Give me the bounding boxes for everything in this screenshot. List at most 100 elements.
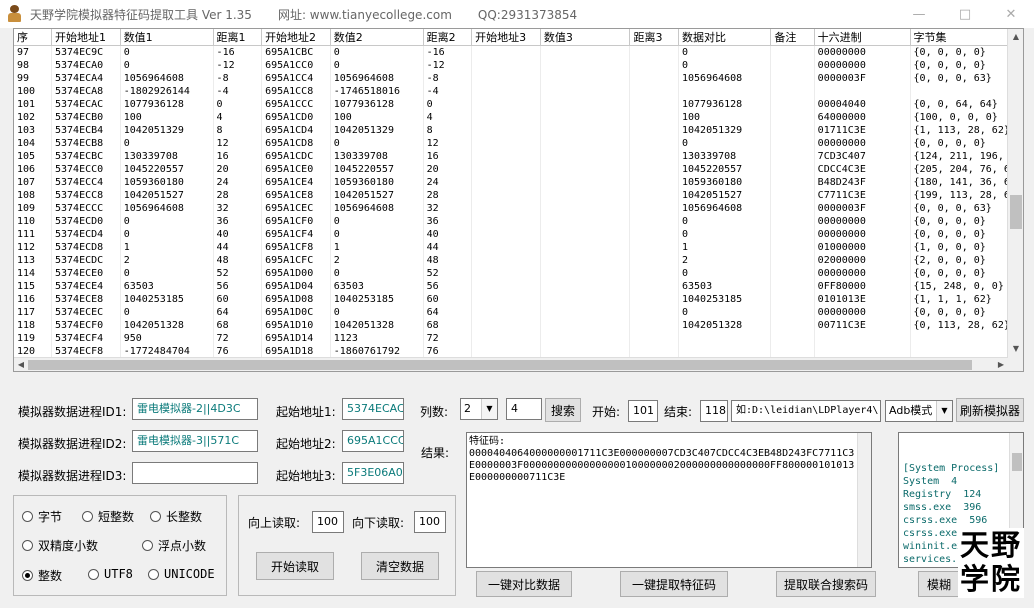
radio-option[interactable]: 浮点小数: [142, 537, 206, 554]
table-row[interactable]: 116 5374ECE8 1040253185 60 695A1D08 104025318…: [14, 293, 1023, 306]
radio-option[interactable]: 字节: [22, 508, 62, 525]
read-up-field[interactable]: 100: [312, 511, 344, 533]
maximize-icon[interactable]: □: [942, 0, 988, 28]
scroll-down-icon[interactable]: ▼: [1008, 341, 1023, 357]
table-row[interactable]: 119 5374ECF4 950 72 695A1D14 1123 72: [14, 332, 1023, 345]
end-field[interactable]: 118: [700, 400, 728, 422]
table-row[interactable]: 107 5374ECC4 1059360180 24 695A1CE4 105936018…: [14, 176, 1023, 189]
column-header[interactable]: 开始地址1: [51, 29, 121, 46]
watermark-logo: 天野 学院: [958, 528, 1024, 598]
pid2-label: 模拟器数据进程ID2:: [18, 437, 127, 451]
read-down-field[interactable]: 100: [414, 511, 446, 533]
table-cell: [770, 98, 815, 111]
start-field[interactable]: 101: [628, 400, 658, 422]
pid3-field[interactable]: [132, 462, 258, 484]
table-row[interactable]: 118 5374ECF0 1042051328 68 695A1D10 104205132…: [14, 319, 1023, 332]
table-row[interactable]: 102 5374ECB0 100 4 695A1CD0 100 4 100 64000000 {1…: [14, 111, 1023, 124]
table-cell: 48: [213, 254, 263, 267]
extract-signature-button[interactable]: 一键提取特征码: [620, 571, 728, 597]
horizontal-scroll-thumb[interactable]: [28, 360, 972, 370]
column-header[interactable]: 数据对比: [678, 29, 772, 46]
column-header[interactable]: 字节集: [910, 29, 1023, 46]
joint-search-button[interactable]: 提取联合搜索码: [776, 571, 876, 597]
column-header[interactable]: 数值3: [540, 29, 631, 46]
table-cell: 695A1CD0: [261, 111, 331, 124]
table-cell: 5374ECAC: [51, 98, 121, 111]
pid1-field[interactable]: 雷电模拟器-2||4D3C: [132, 398, 258, 420]
table-row[interactable]: 105 5374ECBC 130339708 16 695A1CDC 130339708 1…: [14, 150, 1023, 163]
table-row[interactable]: 97 5374EC9C 0 -16 695A1CBC 0 -16 0 00000000 {0, 0…: [14, 45, 1023, 59]
clear-data-button[interactable]: 清空数据: [361, 552, 439, 580]
radio-option[interactable]: UNICODE: [148, 567, 215, 581]
column-header[interactable]: 序: [14, 29, 52, 46]
pid2-field[interactable]: 雷电模拟器-3||571C: [132, 430, 258, 452]
radio-option[interactable]: 整数: [22, 567, 62, 584]
column-header[interactable]: 距离2: [423, 29, 473, 46]
table-row[interactable]: 113 5374ECDC 2 48 695A1CFC 2 48 2 02000000 {2, 0,…: [14, 254, 1023, 267]
column-header[interactable]: 开始地址2: [261, 29, 331, 46]
radio-option[interactable]: 双精度小数: [22, 537, 98, 554]
table-cell: 100: [330, 111, 424, 124]
radio-option[interactable]: UTF8: [88, 567, 133, 581]
column-header[interactable]: 十六进制: [814, 29, 911, 46]
table-cell: [540, 189, 631, 202]
column-header[interactable]: 数值1: [120, 29, 214, 46]
table-row[interactable]: 114 5374ECE0 0 52 695A1D00 0 52 0 00000000 {0, 0,…: [14, 267, 1023, 280]
column-header[interactable]: 开始地址3: [471, 29, 541, 46]
scroll-up-icon[interactable]: ▲: [1008, 29, 1023, 45]
table-cell: [629, 267, 679, 280]
addr2-field[interactable]: 695A1CCC: [342, 430, 404, 452]
scroll-left-icon[interactable]: ◀: [14, 358, 28, 371]
table-row[interactable]: 99 5374ECA4 1056964608 -8 695A1CC4 1056964608…: [14, 72, 1023, 85]
close-icon[interactable]: ✕: [988, 0, 1034, 28]
table-row[interactable]: 101 5374ECAC 1077936128 0 695A1CCC 1077936128…: [14, 98, 1023, 111]
table-row[interactable]: 110 5374ECD0 0 36 695A1CF0 0 36 0 00000000 {0, 0,…: [14, 215, 1023, 228]
addr1-field[interactable]: 5374ECAC: [342, 398, 404, 420]
path-input[interactable]: 如:D:\leidian\LDPlayer4\: [731, 400, 881, 422]
radio-option[interactable]: 短整数: [82, 508, 134, 525]
column-header[interactable]: 数值2: [330, 29, 424, 46]
table-header: 序开始地址1 数值1 距离1 开始地址2 数值2 距离2 开始地址3 数值3 距离3 数据对比 备注…: [14, 29, 1023, 46]
scroll-right-icon[interactable]: ▶: [994, 358, 1008, 371]
table-row[interactable]: 112 5374ECD8 1 44 695A1CF8 1 44 1 01000000 {1, 0,…: [14, 241, 1023, 254]
table-row[interactable]: 106 5374ECC0 1045220557 20 695A1CE0 104522055…: [14, 163, 1023, 176]
table-cell: {1, 113, 28, 62}: [910, 124, 1023, 137]
table-row[interactable]: 98 5374ECA0 0 -12 695A1CC0 0 -12 0 00000000 {0, 0…: [14, 59, 1023, 72]
minimize-icon[interactable]: —: [896, 0, 942, 28]
column-header[interactable]: 距离1: [213, 29, 263, 46]
table-cell: 695A1CDC: [261, 150, 331, 163]
data-grid[interactable]: 序开始地址1 数值1 距离1 开始地址2 数值2 距离2 开始地址3 数值3 距离3 数据对比 备注…: [13, 28, 1024, 372]
horizontal-scrollbar[interactable]: ◀ ▶: [14, 357, 1008, 371]
start-read-button[interactable]: 开始读取: [256, 552, 334, 580]
table-cell: 98: [14, 59, 52, 72]
column-header[interactable]: 备注: [770, 29, 815, 46]
table-cell: 0: [120, 45, 214, 59]
compare-data-button[interactable]: 一键对比数据: [476, 571, 572, 597]
search-button[interactable]: 搜索: [545, 398, 581, 422]
result-textarea[interactable]: 特征码: 0000404064000000001711C3E000000007C…: [466, 432, 872, 568]
search-input[interactable]: 4: [506, 398, 542, 420]
table-row[interactable]: 117 5374ECEC 0 64 695A1D0C 0 64 0 00000000 {0, 0,…: [14, 306, 1023, 319]
table-row[interactable]: 111 5374ECD4 0 40 695A1CF4 0 40 0 00000000 {0, 0,…: [14, 228, 1023, 241]
table-row[interactable]: 100 5374ECA8 -1802926144 -4 695A1CC8 -1746518…: [14, 85, 1023, 98]
vertical-scroll-thumb[interactable]: [1010, 195, 1022, 229]
cols-select[interactable]: 2 ▼: [460, 398, 498, 420]
radio-option[interactable]: 长整数: [150, 508, 202, 525]
column-header[interactable]: 距离3: [629, 29, 679, 46]
addr3-field[interactable]: 5F3E06A0: [342, 462, 404, 484]
table-row[interactable]: 104 5374ECB8 0 12 695A1CD8 0 12 0 00000000 {0, 0,…: [14, 137, 1023, 150]
refresh-emulator-button[interactable]: 刷新模拟器: [956, 398, 1024, 422]
table-cell: [471, 293, 541, 306]
table-row[interactable]: 109 5374ECCC 1056964608 32 695A1CEC 105696460…: [14, 202, 1023, 215]
table-row[interactable]: 115 5374ECE4 63503 56 695A1D04 63503 56 63503 0F…: [14, 280, 1023, 293]
table-cell: [770, 241, 815, 254]
table-cell: 130339708: [330, 150, 424, 163]
table-cell: [540, 228, 631, 241]
result-scrollbar[interactable]: [857, 433, 871, 567]
table-cell: [540, 319, 631, 332]
vertical-scrollbar[interactable]: ▲ ▼: [1007, 29, 1023, 371]
table-cell: [471, 176, 541, 189]
table-row[interactable]: 108 5374ECC8 1042051527 28 695A1CE8 104205152…: [14, 189, 1023, 202]
mode-select[interactable]: Adb模式 ▼: [885, 400, 953, 422]
table-row[interactable]: 103 5374ECB4 1042051329 8 695A1CD4 1042051329…: [14, 124, 1023, 137]
